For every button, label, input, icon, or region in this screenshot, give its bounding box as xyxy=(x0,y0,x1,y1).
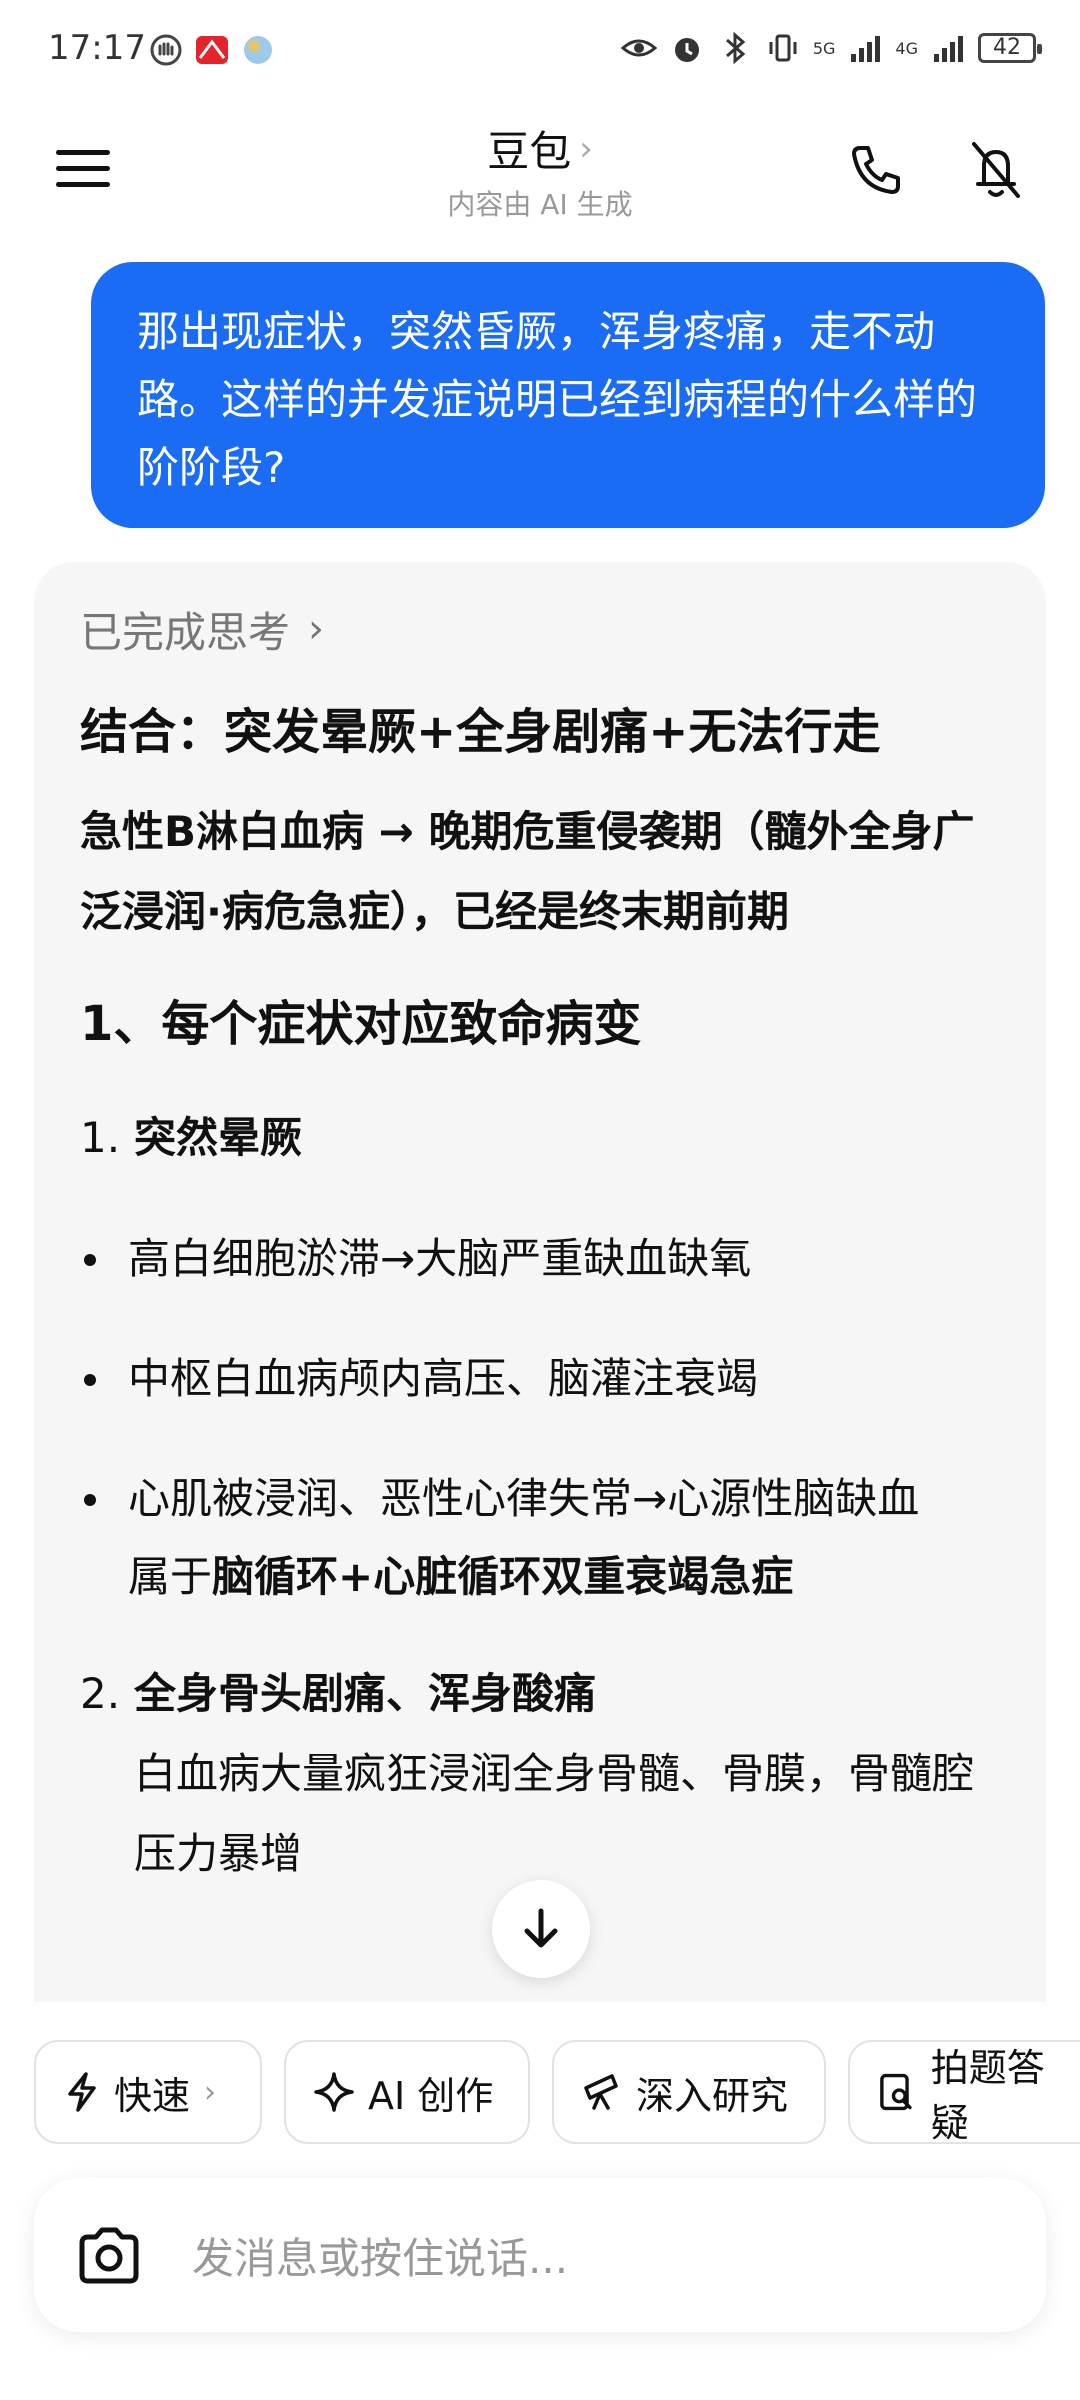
photo-question-button[interactable]: 拍题答疑 xyxy=(848,2040,1080,2144)
mode-fast-button[interactable]: 快速 › xyxy=(34,2040,262,2144)
chevron-right-icon: › xyxy=(308,606,325,652)
response-conclusion: 急性B淋白血病 → 晚期危重侵袭期（髓外全身广泛浸润·病危急症），已经是终末期前… xyxy=(80,807,975,936)
bullet-sub-note: 属于脑循环+心脏循环双重衰竭急症 xyxy=(128,1552,794,1601)
chat-header: 豆包 › 内容由 AI 生成 xyxy=(0,100,1080,240)
response-heading: 结合：突发晕厥+全身剧痛+无法行走 xyxy=(80,704,881,760)
list-item: 高白细胞淤滞→大脑严重缺血缺氧 xyxy=(80,1220,1000,1298)
alarm-icon xyxy=(674,38,699,62)
ai-response-card: 已完成思考 › 结合：突发晕厥+全身剧痛+无法行走 急性B淋白血病 → 晚期危重… xyxy=(34,562,1046,2002)
message-input-bar[interactable]: 发消息或按住说话... xyxy=(34,2178,1046,2332)
phone-icon[interactable] xyxy=(846,140,906,200)
message-input[interactable]: 发消息或按住说话... xyxy=(192,2225,568,2286)
lightning-icon xyxy=(68,2072,96,2112)
status-time: 17:17 xyxy=(48,28,146,68)
chevron-right-icon: › xyxy=(579,128,593,169)
status-right-icons: 5G 4G 42 xyxy=(620,30,1042,66)
user-message-bubble[interactable]: 那出现症状，突然昏厥，浑身疼痛，走不动路。这样的并发症说明已经到病程的什么样的阶… xyxy=(91,262,1045,528)
deep-research-button[interactable]: 深入研究 xyxy=(552,2040,826,2144)
chat-title-text: 豆包 xyxy=(487,127,572,176)
quick-action-bar: 快速 › AI 创作 深入研究 拍题答疑 xyxy=(34,2040,1080,2144)
network-4g-label: 4G xyxy=(895,38,918,58)
eye-icon xyxy=(620,39,657,57)
signal-icon xyxy=(851,36,881,62)
numbered-item-1: 1. 突然晕厥 xyxy=(80,1106,1000,1170)
numbered-item-2: 2. 全身骨头剧痛、浑身酸痛 白血病大量疯狂浸润全身骨髓、骨膜，骨髓腔压力暴增 xyxy=(80,1654,1000,1894)
list-item: 心肌被浸润、恶性心律失常→心源性脑缺血 属于脑循环+心脏循环双重衰竭急症 xyxy=(80,1460,1000,1616)
sparkle-icon xyxy=(314,2072,354,2112)
item-title: 突然晕厥 xyxy=(134,1113,303,1162)
network-5g-label: 5G xyxy=(812,38,836,58)
status-left-icons xyxy=(148,32,276,68)
thinking-label: 已完成思考 xyxy=(80,607,291,657)
vibrate-icon xyxy=(769,34,797,62)
camera-icon[interactable] xyxy=(76,2225,142,2285)
bluetooth-icon xyxy=(725,31,746,65)
chat-title[interactable]: 豆包 › xyxy=(487,118,593,179)
arrow-down-icon xyxy=(524,1908,558,1948)
globe-icon xyxy=(244,36,272,64)
item-description: 白血病大量疯狂浸润全身骨髓、骨膜，骨髓腔压力暴增 xyxy=(134,1749,975,1878)
status-bar: 17:17 5G 4G 42 xyxy=(0,0,1080,100)
thinking-toggle[interactable]: 已完成思考 › xyxy=(80,598,1000,660)
item-number: 2. xyxy=(80,1669,121,1718)
hand-icon xyxy=(150,34,182,66)
signal-icon-2 xyxy=(934,36,963,62)
battery-indicator: 42 xyxy=(978,33,1042,63)
item-number: 1. xyxy=(80,1113,121,1162)
ai-disclaimer: 内容由 AI 生成 xyxy=(447,188,633,221)
section-title: 1、每个症状对应致命病变 xyxy=(80,996,642,1052)
mute-icon[interactable] xyxy=(966,138,1026,202)
list-item: 中枢白血病颅内高压、脑灌注衰竭 xyxy=(80,1340,1000,1418)
ai-create-button[interactable]: AI 创作 xyxy=(284,2040,530,2144)
bullet-list: 高白细胞淤滞→大脑严重缺血缺氧 中枢白血病颅内高压、脑灌注衰竭 心肌被浸润、恶性… xyxy=(80,1220,1000,1616)
telescope-icon xyxy=(584,2074,618,2110)
search-document-icon xyxy=(880,2073,912,2111)
item-title: 全身骨头剧痛、浑身酸痛 xyxy=(134,1669,597,1718)
title-area[interactable]: 豆包 › 内容由 AI 生成 xyxy=(0,118,1080,223)
app-logo-icon xyxy=(196,36,228,64)
chevron-right-icon: › xyxy=(204,2074,217,2110)
scroll-to-bottom-button[interactable] xyxy=(492,1880,590,1978)
